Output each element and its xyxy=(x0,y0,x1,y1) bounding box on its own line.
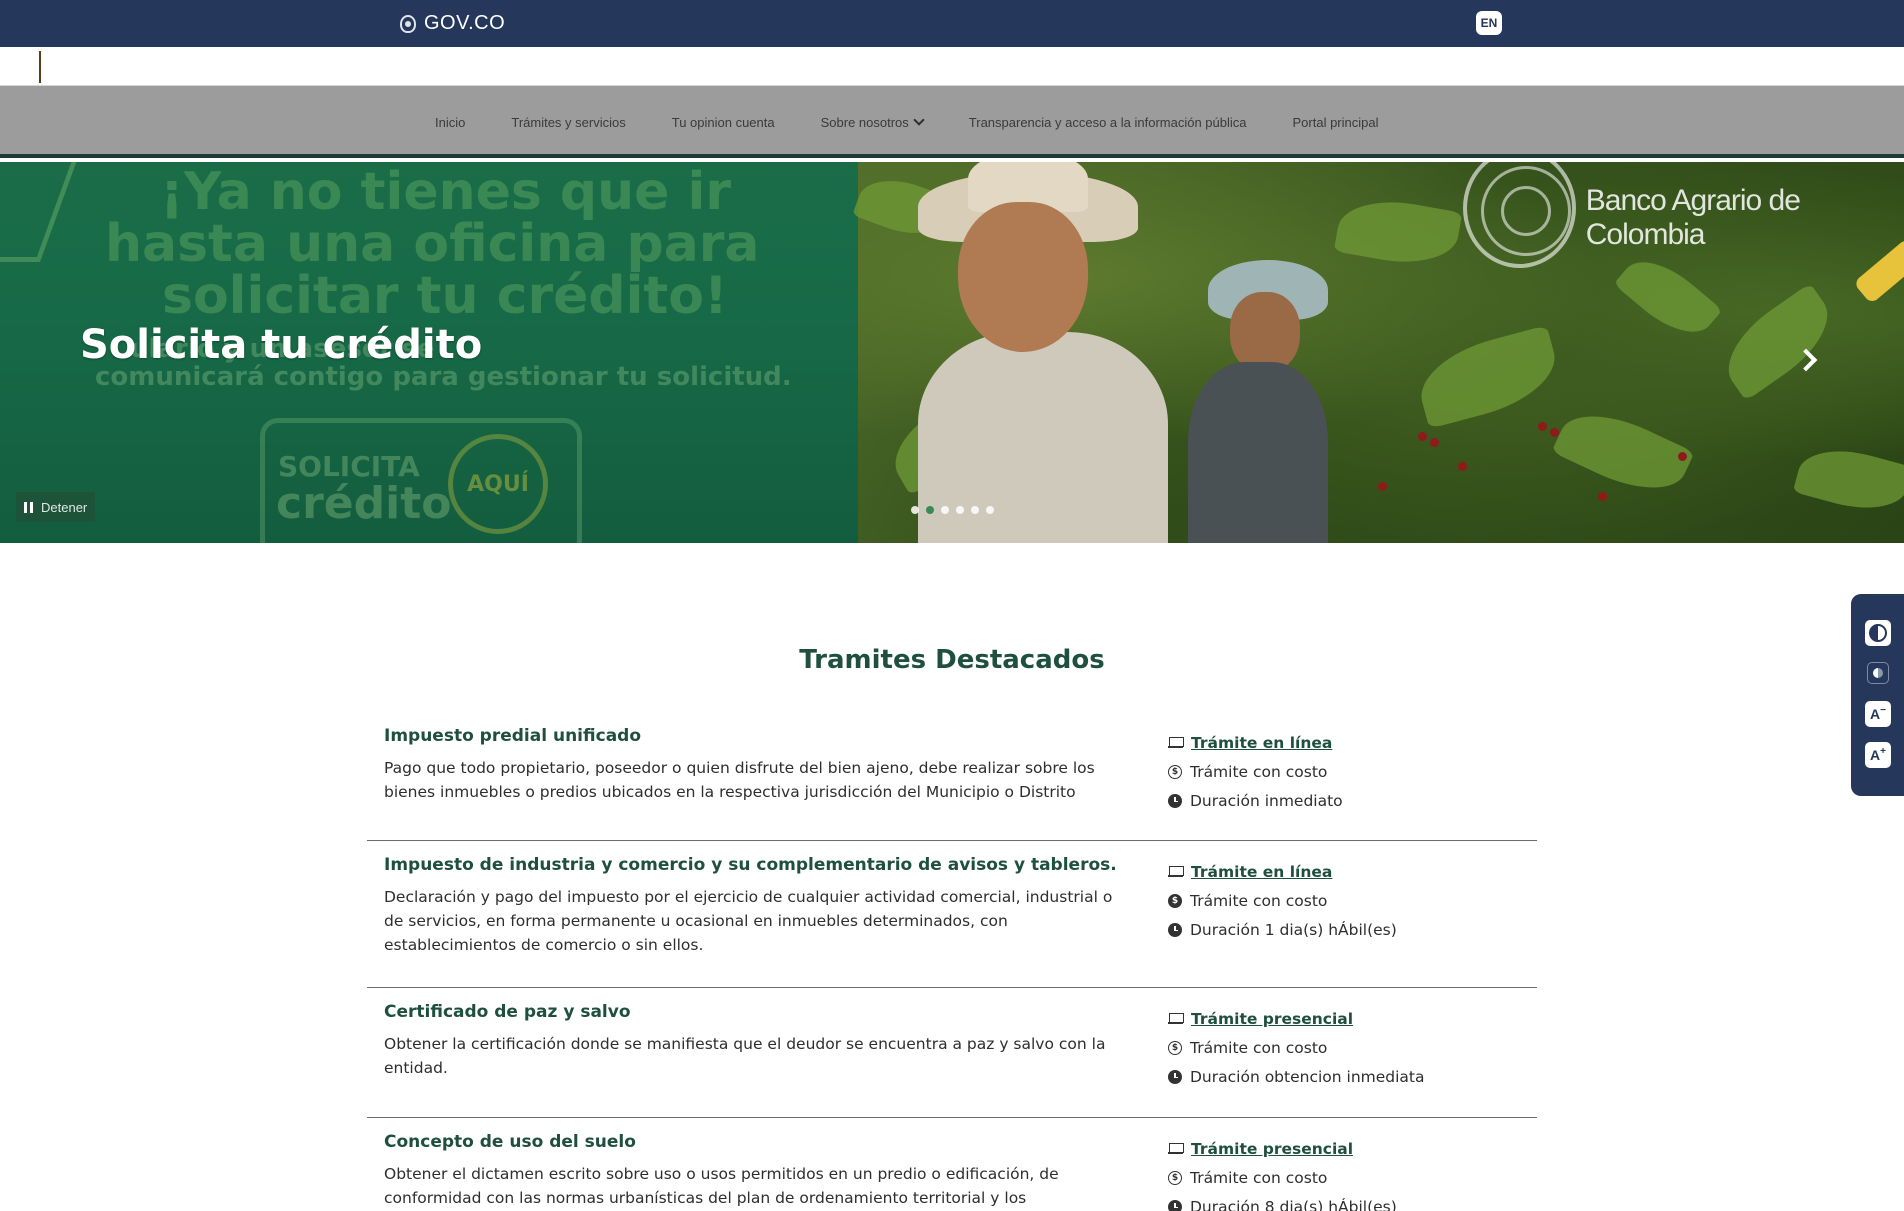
main-navigation: Inicio Trámites y servicios Tu opinion c… xyxy=(0,86,1904,158)
tramite-duration: Duración inmediato xyxy=(1190,791,1343,810)
tramite-title[interactable]: Impuesto de industria y comercio y su co… xyxy=(384,855,1124,875)
cost-icon: $ xyxy=(1168,893,1182,908)
decrease-font-label: A xyxy=(1870,706,1881,722)
nav-item-sobre-nosotros[interactable]: Sobre nosotros xyxy=(820,114,925,130)
govco-top-bar: GOV.CO EN xyxy=(0,0,1904,47)
banner-text: ¡Ya no tienes que ir xyxy=(160,162,732,222)
carousel-dot[interactable] xyxy=(956,506,964,514)
clock-icon xyxy=(1168,922,1182,937)
cost-icon: $ xyxy=(1168,1170,1182,1185)
bank-logo-text: Banco Agrario de Colombia xyxy=(1585,184,1801,251)
tramite-duration: Duración 1 dia(s) hÁbil(es) xyxy=(1190,920,1397,939)
banner-text: crédito xyxy=(276,478,452,529)
tramite-mode-link[interactable]: Trámite presencial xyxy=(1191,1010,1353,1028)
pause-label: Detener xyxy=(41,499,88,515)
nav-item-transparencia[interactable]: Transparencia y acceso a la información … xyxy=(969,115,1247,130)
tramite-description: Obtener la certificación donde se manifi… xyxy=(384,1035,1106,1077)
laptop-icon xyxy=(1168,737,1184,748)
increase-font-label: A xyxy=(1870,747,1881,763)
tramite-item: Impuesto predial unificado Pago que todo… xyxy=(367,712,1537,841)
tramite-description: Pago que todo propietario, poseedor o qu… xyxy=(384,759,1095,801)
pause-icon xyxy=(24,501,33,513)
tramite-mode-link[interactable]: Trámite presencial xyxy=(1191,1140,1353,1158)
nav-item-inicio[interactable]: Inicio xyxy=(435,115,465,130)
tramite-item: Impuesto de industria y comercio y su co… xyxy=(367,841,1537,988)
tramite-cost: Trámite con costo xyxy=(1190,1038,1328,1057)
clock-icon xyxy=(1168,793,1182,808)
tramite-item: Concepto de uso del suelo Obtener el dic… xyxy=(367,1118,1537,1211)
tramite-mode-link[interactable]: Trámite en línea xyxy=(1191,734,1332,752)
aqui-stamp-icon: AQUÍ xyxy=(448,434,548,534)
carousel-dot[interactable] xyxy=(986,506,994,514)
tramite-duration: Duración obtencion inmediata xyxy=(1190,1067,1425,1086)
hero-carousel: ¡Ya no tienes que ir hasta una oficina p… xyxy=(0,162,1904,543)
language-toggle-button[interactable]: EN xyxy=(1476,11,1502,35)
banco-agrario-logo: Banco Agrario de Colombia xyxy=(1463,162,1904,268)
tramite-cost: Trámite con costo xyxy=(1190,762,1328,781)
hero-photo-farmers: Banco Agrario de Colombia xyxy=(852,162,1904,543)
carousel-dot[interactable] xyxy=(971,506,979,514)
nav-item-tramites[interactable]: Trámites y servicios xyxy=(511,115,625,130)
carousel-dot[interactable] xyxy=(911,506,919,514)
person-photo xyxy=(958,202,1088,352)
nav-label: Tu opinion cuenta xyxy=(671,114,775,130)
carousel-next-arrow-icon[interactable] xyxy=(1796,348,1818,370)
tramite-description: Obtener el dictamen escrito sobre uso o … xyxy=(384,1165,1059,1207)
person-photo xyxy=(1230,292,1300,372)
tramite-cost: Trámite con costo xyxy=(1190,1168,1328,1187)
nav-label: Sobre nosotros xyxy=(820,114,909,130)
colombia-seal-icon xyxy=(400,14,416,33)
nav-item-opinion[interactable]: Tu opinion cuenta xyxy=(672,115,775,130)
chevron-down-icon xyxy=(913,114,925,126)
tramite-title[interactable]: Certificado de paz y salvo xyxy=(384,1002,1124,1022)
dark-mode-icon[interactable] xyxy=(1867,662,1889,684)
tramite-cost: Trámite con costo xyxy=(1190,891,1328,910)
laptop-icon xyxy=(1168,866,1184,877)
carousel-indicators xyxy=(911,506,994,514)
hero-title[interactable]: Solicita tu crédito xyxy=(80,322,482,368)
clock-icon xyxy=(1168,1069,1182,1084)
tramite-description: Declaración y pago del impuesto por el e… xyxy=(384,888,1113,954)
section-title: Tramites Destacados xyxy=(799,645,1105,675)
tramite-item: Certificado de paz y salvo Obtener la ce… xyxy=(367,988,1537,1118)
carousel-dot[interactable] xyxy=(941,506,949,514)
tramites-list: Impuesto predial unificado Pago que todo… xyxy=(367,712,1537,1211)
banner-text: solicitar tu crédito! xyxy=(162,266,728,326)
govco-logo[interactable]: GOV.CO xyxy=(400,12,505,35)
govco-brand-text: GOV.CO xyxy=(424,12,506,34)
decrease-font-icon[interactable]: A − xyxy=(1865,701,1891,727)
tramite-mode-link[interactable]: Trámite en línea xyxy=(1191,863,1332,881)
decorative-frame xyxy=(0,162,81,262)
nav-label: Transparencia y acceso a la información … xyxy=(968,114,1247,130)
tramite-title[interactable]: Impuesto predial unificado xyxy=(384,726,1124,746)
nav-label: Portal principal xyxy=(1292,114,1379,130)
bank-emblem-icon xyxy=(1463,162,1576,268)
laptop-icon xyxy=(1168,1143,1184,1154)
nav-label: Trámites y servicios xyxy=(511,114,626,130)
clock-icon xyxy=(1168,1199,1182,1211)
banner-text: hasta una oficina para xyxy=(105,214,760,274)
header-divider xyxy=(39,51,41,83)
increase-font-icon[interactable]: A + xyxy=(1865,742,1891,768)
header-strip xyxy=(0,47,1904,86)
tramite-duration: Duración 8 dia(s) hÁbil(es) xyxy=(1190,1197,1397,1211)
tramite-title[interactable]: Concepto de uso del suelo xyxy=(384,1132,1124,1152)
person-photo xyxy=(1188,362,1328,543)
laptop-icon xyxy=(1168,1013,1184,1024)
contrast-icon[interactable] xyxy=(1865,620,1891,646)
accessibility-panel: A − A + xyxy=(1851,594,1904,796)
cost-icon: $ xyxy=(1168,1040,1182,1055)
nav-label: Inicio xyxy=(435,114,466,130)
carousel-pause-button[interactable]: Detener xyxy=(16,492,96,522)
carousel-dot[interactable] xyxy=(926,506,934,514)
cost-icon: $ xyxy=(1168,764,1182,779)
nav-item-portal-principal[interactable]: Portal principal xyxy=(1293,115,1379,130)
